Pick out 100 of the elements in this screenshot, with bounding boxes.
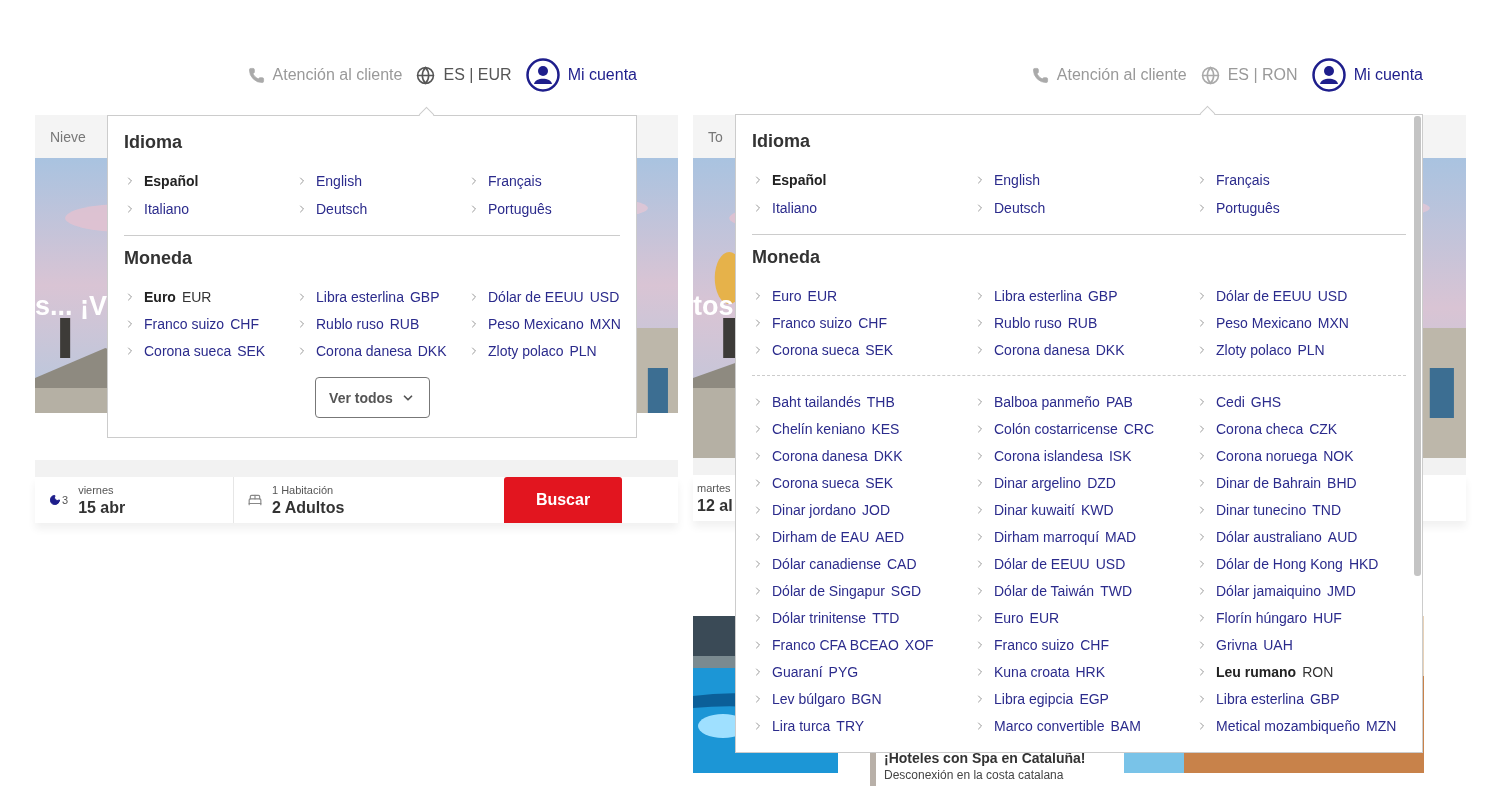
- currency-option[interactable]: Libra egipcia EGP: [974, 685, 1196, 712]
- currency-option[interactable]: Libra esterlina GBP: [296, 283, 468, 310]
- scrollbar[interactable]: [1414, 116, 1421, 576]
- currency-option[interactable]: Corona sueca SEK: [752, 336, 974, 363]
- currency-option[interactable]: Dinar kuwaití KWD: [974, 496, 1196, 523]
- currency-option[interactable]: Chelín keniano KES: [752, 415, 974, 442]
- account-icon[interactable]: [525, 58, 560, 92]
- language-option[interactable]: Español: [124, 167, 296, 195]
- currency-label: Chelín keniano KES: [772, 420, 900, 437]
- currency-option[interactable]: Dólar canadiense CAD: [752, 550, 974, 577]
- currency-option[interactable]: Franco suizo CHF: [752, 309, 974, 336]
- date-value[interactable]: 15 abr: [78, 498, 126, 517]
- currency-option[interactable]: Corona sueca SEK: [752, 469, 974, 496]
- language-option[interactable]: Français: [1196, 166, 1418, 194]
- currency-option[interactable]: Colón costarricense CRC: [974, 415, 1196, 442]
- currency-option[interactable]: Dólar trinitense TTD: [752, 604, 974, 631]
- currency-option[interactable]: Libra esterlina GBP: [974, 282, 1196, 309]
- currency-option[interactable]: Euro EUR: [752, 282, 974, 309]
- tab[interactable]: Nieve: [50, 128, 86, 145]
- currency-option[interactable]: Corona noruega NOK: [1196, 442, 1418, 469]
- currency-option[interactable]: Corona sueca SEK: [124, 337, 296, 364]
- currency-option[interactable]: Florín húngaro HUF: [1196, 604, 1418, 631]
- currency-label: Corona danesa DKK: [316, 342, 447, 359]
- currency-option[interactable]: Corona danesa DKK: [752, 442, 974, 469]
- currency-option[interactable]: Zloty polaco PLN: [468, 337, 636, 364]
- account-link[interactable]: Mi cuenta: [567, 66, 637, 84]
- currency-label: Dinar jordano JOD: [772, 501, 891, 518]
- currency-option[interactable]: Dólar de EEUU USD: [468, 283, 636, 310]
- currency-label: Metical mozambiqueño MZN: [1216, 717, 1397, 734]
- currency-option[interactable]: Dirham de EAU AED: [752, 523, 974, 550]
- date-weekday: martes: [697, 481, 732, 494]
- search-button[interactable]: Buscar: [504, 477, 622, 523]
- currency-option[interactable]: Corona danesa DKK: [974, 336, 1196, 363]
- language-option[interactable]: Português: [468, 195, 636, 223]
- promo-title[interactable]: ¡Hoteles con Spa en Cataluña!: [884, 750, 1086, 766]
- currency-label: Lira turca TRY: [772, 717, 865, 734]
- language-option[interactable]: Français: [468, 167, 636, 195]
- currency-label: Zloty polaco PLN: [1216, 341, 1325, 358]
- currency-option[interactable]: Rublo ruso RUB: [974, 309, 1196, 336]
- currency-option[interactable]: Cedi GHS: [1196, 388, 1418, 415]
- currency-label: Dólar jamaiquino JMD: [1216, 582, 1356, 599]
- currency-label: Zloty polaco PLN: [488, 342, 597, 359]
- language-option[interactable]: English: [974, 166, 1196, 194]
- currency-option[interactable]: Zloty polaco PLN: [1196, 336, 1418, 363]
- language-option[interactable]: Italiano: [124, 195, 296, 223]
- currency-option[interactable]: Lira turca TRY: [752, 712, 974, 739]
- currency-option[interactable]: Dinar de Bahrain BHD: [1196, 469, 1418, 496]
- currency-option[interactable]: Dólar de Hong Kong HKD: [1196, 550, 1418, 577]
- language-option[interactable]: Italiano: [752, 194, 974, 222]
- currency-option[interactable]: Franco suizo CHF: [124, 310, 296, 337]
- currency-option[interactable]: Grivna UAH: [1196, 631, 1418, 658]
- currency-option[interactable]: Corona checa CZK: [1196, 415, 1418, 442]
- language-option[interactable]: English: [296, 167, 468, 195]
- currency-option[interactable]: Euro EUR: [124, 283, 296, 310]
- tab[interactable]: To: [708, 128, 723, 145]
- language-currency-selector[interactable]: ES | EUR: [443, 66, 512, 84]
- currency-option[interactable]: Lev búlgaro BGN: [752, 685, 974, 712]
- currency-option[interactable]: Franco suizo CHF: [974, 631, 1196, 658]
- currency-option[interactable]: Metical mozambiqueño MZN: [1196, 712, 1418, 739]
- currency-option[interactable]: Guaraní PYG: [752, 658, 974, 685]
- currency-option[interactable]: Kuna croata HRK: [974, 658, 1196, 685]
- currency-label: Euro EUR: [144, 288, 212, 305]
- currency-option[interactable]: Franco CFA BCEAO XOF: [752, 631, 974, 658]
- account-icon[interactable]: [1311, 58, 1346, 92]
- currency-option[interactable]: Dólar australiano AUD: [1196, 523, 1418, 550]
- currency-option[interactable]: Dólar de EEUU USD: [974, 550, 1196, 577]
- currency-label: Kuna croata HRK: [994, 663, 1106, 680]
- currency-option[interactable]: Rublo ruso RUB: [296, 310, 468, 337]
- currency-label: Peso Mexicano MXN: [488, 315, 621, 332]
- currency-option[interactable]: Leu rumano RON: [1196, 658, 1418, 685]
- currency-option[interactable]: Corona danesa DKK: [296, 337, 468, 364]
- currency-option[interactable]: Dirham marroquí MAD: [974, 523, 1196, 550]
- currency-label: Euro EUR: [772, 287, 838, 304]
- currency-option[interactable]: Corona islandesa ISK: [974, 442, 1196, 469]
- currency-option[interactable]: Libra esterlina GBP: [1196, 685, 1418, 712]
- currency-option[interactable]: Dinar argelino DZD: [974, 469, 1196, 496]
- currency-option[interactable]: Peso Mexicano MXN: [468, 310, 636, 337]
- currency-label: Marco convertible BAM: [994, 717, 1141, 734]
- currency-option[interactable]: Dólar de Singapur SGD: [752, 577, 974, 604]
- language-option[interactable]: Deutsch: [974, 194, 1196, 222]
- language-option[interactable]: Português: [1196, 194, 1418, 222]
- currency-option[interactable]: Dólar de Taiwán TWD: [974, 577, 1196, 604]
- account-link[interactable]: Mi cuenta: [1353, 66, 1423, 84]
- currency-option[interactable]: Baht tailandés THB: [752, 388, 974, 415]
- currency-option[interactable]: Euro EUR: [974, 604, 1196, 631]
- currency-label: Dinar argelino DZD: [994, 474, 1116, 491]
- currency-option[interactable]: Dólar de EEUU USD: [1196, 282, 1418, 309]
- currency-option[interactable]: Peso Mexicano MXN: [1196, 309, 1418, 336]
- date-value[interactable]: 12 al: [697, 496, 733, 515]
- currency-label: Corona danesa DKK: [994, 341, 1125, 358]
- currency-option[interactable]: Balboa panmeño PAB: [974, 388, 1196, 415]
- language-option[interactable]: Deutsch: [296, 195, 468, 223]
- guests-value[interactable]: 2 Adultos: [272, 498, 345, 517]
- currency-option[interactable]: Dólar jamaiquino JMD: [1196, 577, 1418, 604]
- currency-label: Libra esterlina GBP: [994, 287, 1118, 304]
- currency-option[interactable]: Marco convertible BAM: [974, 712, 1196, 739]
- show-all-button[interactable]: Ver todos: [314, 377, 430, 418]
- currency-option[interactable]: Dinar tunecino TND: [1196, 496, 1418, 523]
- currency-option[interactable]: Dinar jordano JOD: [752, 496, 974, 523]
- language-option[interactable]: Español: [752, 166, 974, 194]
